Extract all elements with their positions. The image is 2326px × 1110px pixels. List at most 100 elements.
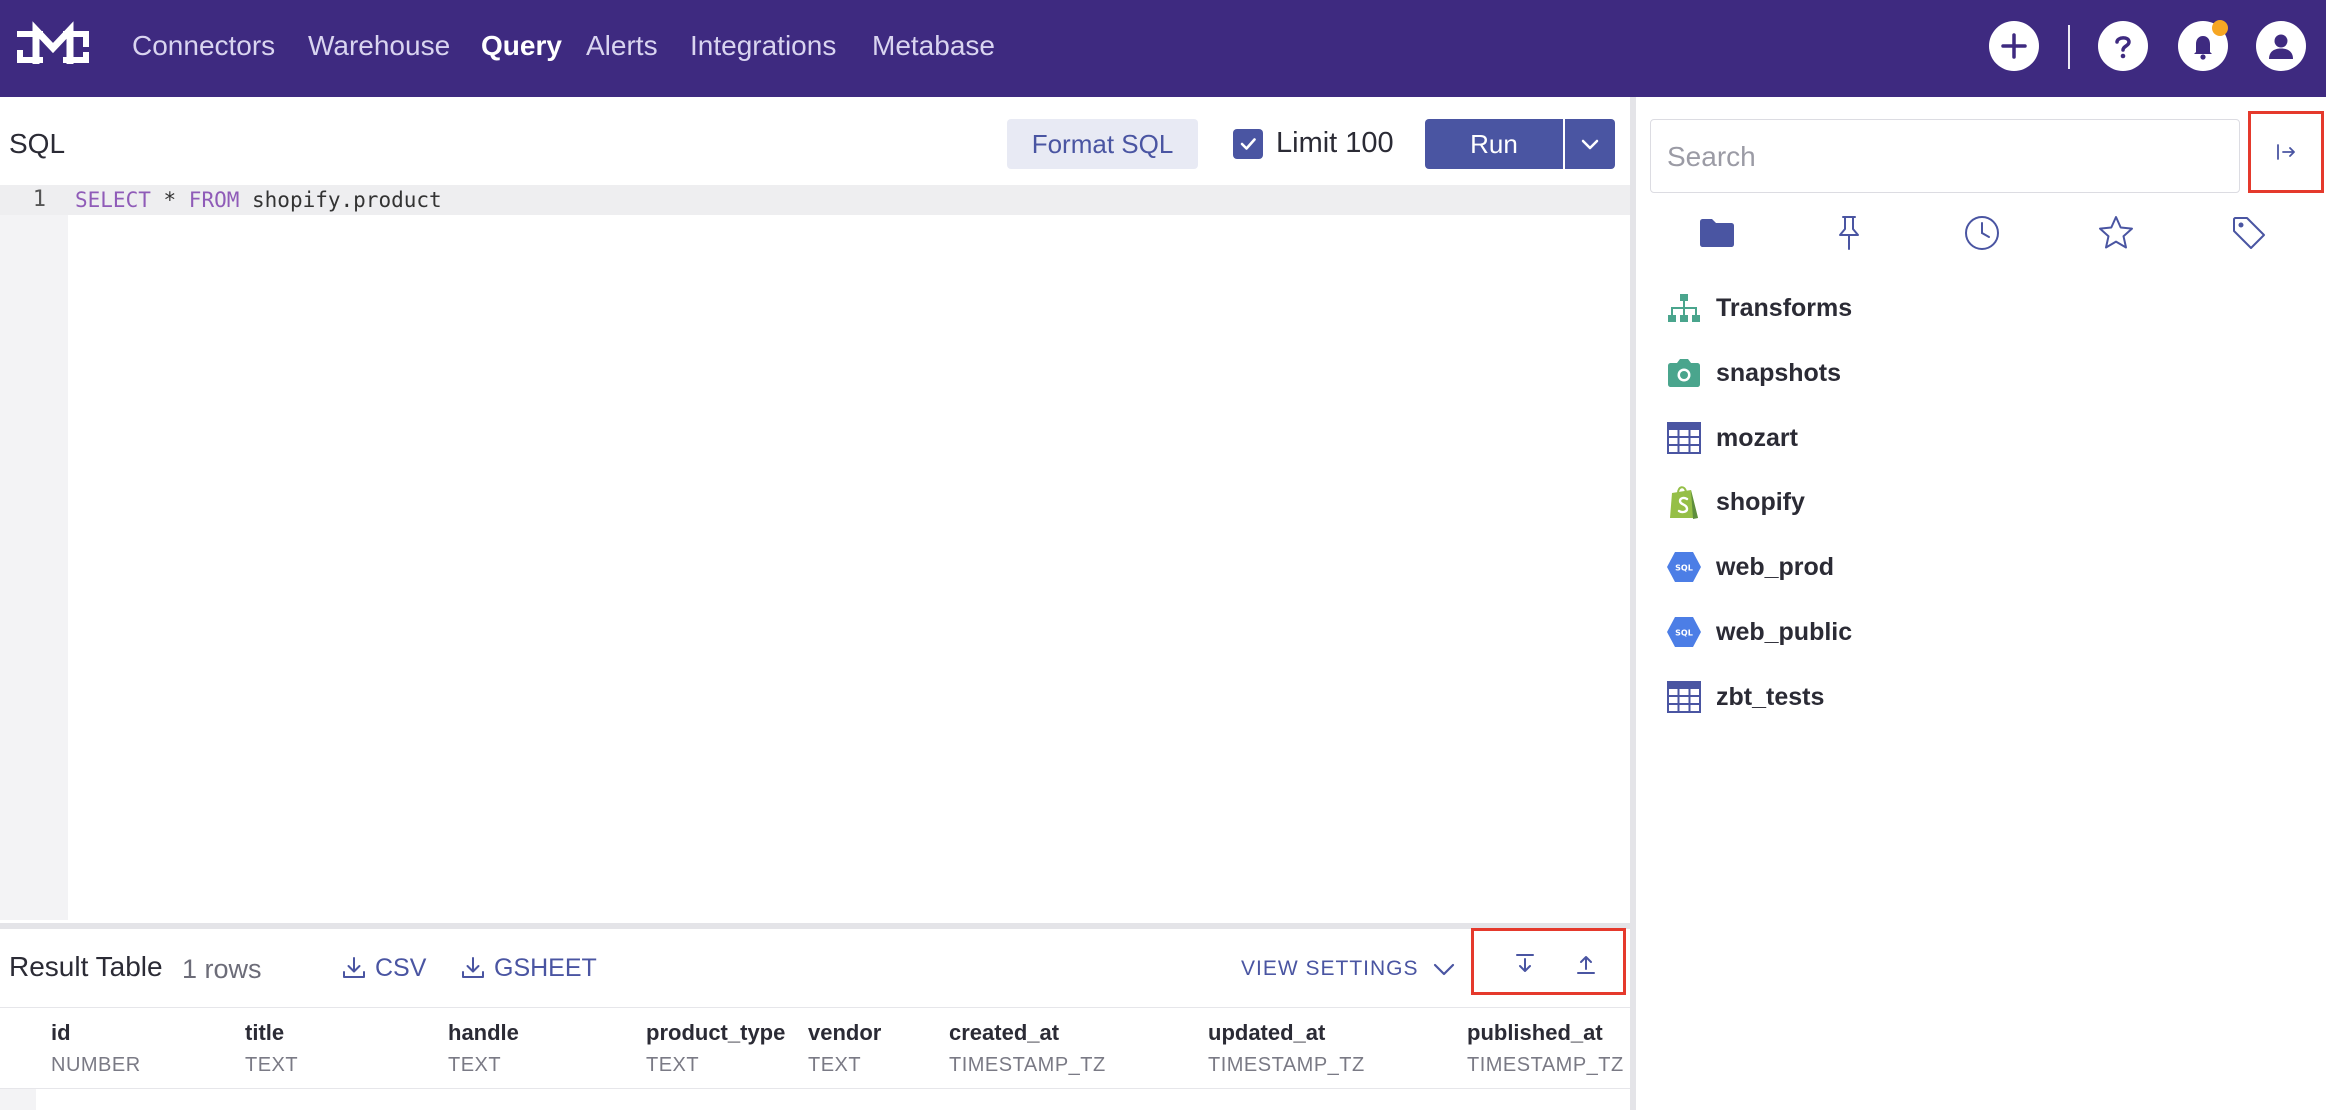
column-name: handle [448,1020,519,1045]
column-type: TEXT [646,1054,700,1076]
column-type: TIMESTAMP_TZ [1467,1054,1624,1076]
checkmark-icon [1240,138,1256,150]
code-text: shopify.product [239,188,442,212]
column-name: updated_at [1208,1020,1326,1045]
sql-hex-icon: SQL [1666,614,1702,650]
code-line[interactable]: SELECT * FROM shopify.product [75,185,442,215]
result-table-header: id NUMBER title TEXT handle TEXT product… [0,1007,1630,1089]
tree-item-label: web_public [1716,618,1853,646]
gsheet-label: GSHEET [494,954,597,982]
editor-results-resize-handle[interactable] [0,923,1630,929]
top-navigation-bar: Connectors Warehouse Query Alerts Integr… [0,0,2326,97]
hierarchy-icon [1666,290,1702,326]
tree-item-label: zbt_tests [1716,683,1825,711]
tab-favorites[interactable] [2095,212,2137,254]
chevron-down-icon [1433,963,1454,976]
user-menu-button[interactable] [2256,21,2306,71]
column-name: published_at [1467,1020,1603,1045]
bell-icon [2194,36,2212,60]
nav-warehouse[interactable]: Warehouse [308,28,450,64]
sql-keyword: FROM [188,188,240,212]
svg-text:SQL: SQL [1675,629,1693,638]
user-avatar-icon [2269,34,2293,59]
nav-metabase[interactable]: Metabase [872,28,995,64]
nav-query[interactable]: Query [481,28,562,64]
sql-keyword: SELECT [75,188,151,212]
nav-alerts[interactable]: Alerts [586,28,658,64]
table-row [0,1089,36,1110]
column-type: TIMESTAMP_TZ [1208,1054,1365,1076]
column-type: TIMESTAMP_TZ [949,1054,1106,1076]
list-item[interactable]: snapshots [1666,353,1841,393]
pin-icon [1839,216,1859,250]
svg-text:SQL: SQL [1675,564,1693,573]
format-sql-button[interactable]: Format SQL [1007,119,1198,169]
result-table-title: Result Table [9,951,163,982]
download-icon [343,957,365,978]
csv-label: CSV [375,954,427,982]
tree-item-label: shopify [1716,488,1805,516]
collapse-panel-button[interactable] [2248,111,2324,193]
column-name: product_type [646,1020,786,1045]
nav-connectors[interactable]: Connectors [132,28,275,64]
nav-integrations[interactable]: Integrations [690,28,836,64]
add-button[interactable] [1989,21,2039,71]
list-item[interactable]: shopify [1666,482,1805,522]
camera-icon [1666,355,1702,391]
help-button[interactable] [2098,21,2148,71]
toolbar-divider [2068,25,2070,69]
collapse-results-button[interactable] [1510,949,1540,979]
search-input[interactable] [1667,138,2227,176]
expand-results-button[interactable] [1571,949,1601,979]
schema-browser-panel: Transforms snapshots mozart [1636,97,2326,1110]
column-name: title [245,1020,285,1045]
sql-hex-icon: SQL [1666,549,1702,585]
run-options-button[interactable] [1565,119,1615,169]
chevron-down-icon [1581,139,1599,150]
list-item[interactable]: SQL web_prod [1666,547,1834,587]
run-button[interactable]: Run [1425,119,1563,169]
tab-tags[interactable] [2228,212,2270,254]
view-settings-button[interactable]: VIEW SETTINGS [1241,954,1457,984]
line-number-gutter [0,185,68,920]
column-type: TEXT [448,1054,502,1076]
column-name: created_at [949,1020,1060,1045]
sql-editor-pane: SQL Format SQL Limit 100 Run 1 SELECT * … [0,97,1630,1110]
download-gsheet-button[interactable]: GSHEET [460,952,597,984]
shopify-icon [1666,484,1702,520]
star-icon [2099,216,2133,249]
code-editor[interactable]: 1 SELECT * FROM shopify.product [0,185,1630,920]
code-text: * [150,188,189,212]
mozart-logo-icon[interactable] [16,20,90,76]
table-icon [1666,420,1702,456]
limit-checkbox[interactable] [1233,129,1263,159]
clock-icon [1965,216,1999,250]
tab-folders[interactable] [1696,212,1738,254]
view-settings-label: VIEW SETTINGS [1241,957,1419,980]
tab-pinned[interactable] [1828,212,1870,254]
tree-item-label: Transforms [1716,294,1853,322]
list-item[interactable]: zbt_tests [1666,677,1824,717]
sql-heading: SQL [9,128,66,159]
tag-icon [2233,217,2265,249]
result-row-count: 1 rows [182,954,262,984]
column-name: vendor [808,1020,882,1045]
download-icon [462,957,484,978]
collapse-right-icon [2277,144,2295,160]
list-item[interactable]: SQL web_public [1666,612,1852,652]
tab-recent[interactable] [1961,212,2003,254]
question-icon [2115,36,2131,59]
arrow-down-to-line-icon [1516,954,1534,972]
line-number: 1 [32,187,46,212]
folder-icon [1700,219,1734,247]
arrow-up-to-line-icon [1577,956,1595,974]
list-item[interactable]: Transforms [1666,288,1852,328]
column-type: NUMBER [51,1054,141,1076]
download-csv-button[interactable]: CSV [341,952,426,984]
plus-icon [2001,33,2027,59]
column-name: id [51,1020,71,1045]
list-item[interactable]: mozart [1666,418,1798,458]
column-type: TEXT [245,1054,299,1076]
tree-item-label: snapshots [1716,359,1842,387]
limit-label[interactable]: Limit 100 [1276,125,1394,161]
